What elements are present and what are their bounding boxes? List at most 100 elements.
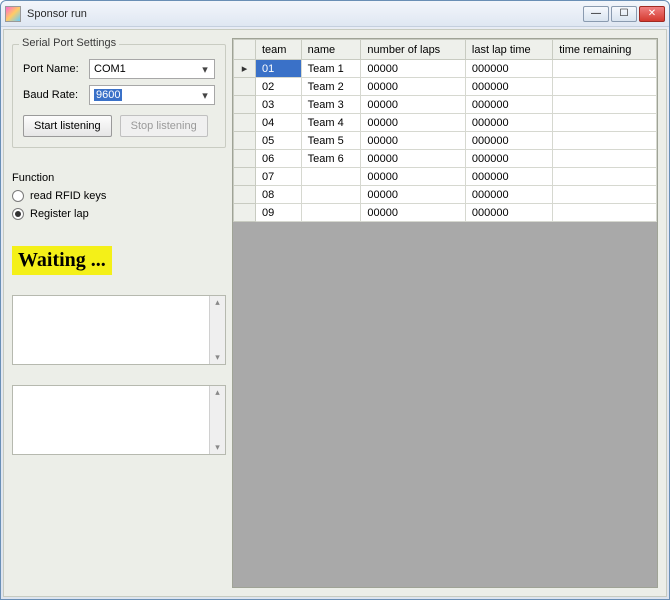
baud-combo[interactable]: 9600 ▾ (89, 85, 215, 105)
cell-team[interactable]: 07 (256, 168, 302, 186)
table-row[interactable]: 04Team 400000000000 (234, 114, 657, 132)
chevron-down-icon: ▾ (198, 62, 212, 76)
radio-register-lap[interactable]: Register lap (12, 208, 226, 220)
table-row[interactable]: 07 00000000000 (234, 168, 657, 186)
cell-name[interactable]: Team 6 (301, 150, 361, 168)
close-button[interactable]: ✕ (639, 6, 665, 22)
cell-name[interactable]: Team 3 (301, 96, 361, 114)
log-textbox-1[interactable]: ▴▾ (12, 295, 226, 365)
port-value: COM1 (94, 63, 126, 75)
cell-last[interactable]: 000000 (465, 60, 552, 78)
cell-name[interactable] (301, 186, 361, 204)
cell-name[interactable] (301, 168, 361, 186)
table-row[interactable]: ▸01Team 100000000000 (234, 60, 657, 78)
table-row[interactable]: 02Team 200000000000 (234, 78, 657, 96)
cell-team[interactable]: 09 (256, 204, 302, 222)
cell-last[interactable]: 000000 (465, 132, 552, 150)
col-team[interactable]: team (256, 40, 302, 60)
scrollbar[interactable]: ▴▾ (209, 386, 225, 454)
cell-remain[interactable] (553, 78, 657, 96)
cell-remain[interactable] (553, 96, 657, 114)
client-area: Serial Port Settings Port Name: COM1 ▾ B… (3, 29, 667, 597)
cell-name[interactable] (301, 204, 361, 222)
grid-corner (234, 40, 256, 60)
cell-team[interactable]: 03 (256, 96, 302, 114)
cell-remain[interactable] (553, 114, 657, 132)
cell-last[interactable]: 000000 (465, 96, 552, 114)
cell-laps[interactable]: 00000 (361, 96, 465, 114)
scrollbar[interactable]: ▴▾ (209, 296, 225, 364)
radio-icon (12, 190, 24, 202)
cell-laps[interactable]: 00000 (361, 114, 465, 132)
minimize-button[interactable]: — (583, 6, 609, 22)
window-controls: — ☐ ✕ (583, 6, 665, 22)
row-header[interactable] (234, 204, 256, 222)
cell-name[interactable]: Team 4 (301, 114, 361, 132)
row-header[interactable]: ▸ (234, 60, 256, 78)
row-header[interactable] (234, 96, 256, 114)
cell-last[interactable]: 000000 (465, 186, 552, 204)
cell-team[interactable]: 08 (256, 186, 302, 204)
cell-remain[interactable] (553, 186, 657, 204)
cell-name[interactable]: Team 5 (301, 132, 361, 150)
col-laps[interactable]: number of laps (361, 40, 465, 60)
serial-group: Serial Port Settings Port Name: COM1 ▾ B… (12, 44, 226, 148)
start-listening-button[interactable]: Start listening (23, 115, 112, 137)
row-header[interactable] (234, 78, 256, 96)
table-row[interactable]: 03Team 300000000000 (234, 96, 657, 114)
cell-team[interactable]: 05 (256, 132, 302, 150)
cell-remain[interactable] (553, 150, 657, 168)
cell-remain[interactable] (553, 204, 657, 222)
row-header[interactable] (234, 114, 256, 132)
radio-icon (12, 208, 24, 220)
log-textbox-2[interactable]: ▴▾ (12, 385, 226, 455)
app-window: Sponsor run — ☐ ✕ Serial Port Settings P… (0, 0, 670, 600)
window-title: Sponsor run (27, 8, 583, 20)
data-grid-wrap: team name number of laps last lap time t… (232, 38, 658, 588)
cell-laps[interactable]: 00000 (361, 168, 465, 186)
table-row[interactable]: 09 00000000000 (234, 204, 657, 222)
stop-listening-button: Stop listening (120, 115, 208, 137)
cell-remain[interactable] (553, 168, 657, 186)
cell-last[interactable]: 000000 (465, 168, 552, 186)
cell-laps[interactable]: 00000 (361, 150, 465, 168)
cell-laps[interactable]: 00000 (361, 60, 465, 78)
cell-laps[interactable]: 00000 (361, 204, 465, 222)
cell-team[interactable]: 04 (256, 114, 302, 132)
col-name[interactable]: name (301, 40, 361, 60)
cell-laps[interactable]: 00000 (361, 132, 465, 150)
row-header[interactable] (234, 132, 256, 150)
radio-read-rfid[interactable]: read RFID keys (12, 190, 226, 202)
row-header[interactable] (234, 186, 256, 204)
table-row[interactable]: 05Team 500000000000 (234, 132, 657, 150)
cell-name[interactable]: Team 2 (301, 78, 361, 96)
cell-remain[interactable] (553, 60, 657, 78)
cell-laps[interactable]: 00000 (361, 78, 465, 96)
cell-last[interactable]: 000000 (465, 150, 552, 168)
maximize-button[interactable]: ☐ (611, 6, 637, 22)
left-panel: Serial Port Settings Port Name: COM1 ▾ B… (12, 38, 226, 588)
cell-remain[interactable] (553, 132, 657, 150)
cell-last[interactable]: 000000 (465, 114, 552, 132)
port-combo[interactable]: COM1 ▾ (89, 59, 215, 79)
table-row[interactable]: 08 00000000000 (234, 186, 657, 204)
table-row[interactable]: 06Team 600000000000 (234, 150, 657, 168)
function-legend: Function (12, 172, 226, 184)
chevron-down-icon: ▾ (198, 88, 212, 102)
row-header[interactable] (234, 150, 256, 168)
cell-last[interactable]: 000000 (465, 78, 552, 96)
col-last[interactable]: last lap time (465, 40, 552, 60)
data-grid[interactable]: team name number of laps last lap time t… (233, 39, 657, 222)
col-remain[interactable]: time remaining (553, 40, 657, 60)
cell-team[interactable]: 06 (256, 150, 302, 168)
app-icon (5, 6, 21, 22)
cell-team[interactable]: 02 (256, 78, 302, 96)
cell-laps[interactable]: 00000 (361, 186, 465, 204)
row-header[interactable] (234, 168, 256, 186)
cell-last[interactable]: 000000 (465, 204, 552, 222)
baud-value: 9600 (94, 89, 122, 101)
port-label: Port Name: (23, 63, 83, 75)
cell-team[interactable]: 01 (256, 60, 302, 78)
titlebar[interactable]: Sponsor run — ☐ ✕ (1, 1, 669, 27)
cell-name[interactable]: Team 1 (301, 60, 361, 78)
